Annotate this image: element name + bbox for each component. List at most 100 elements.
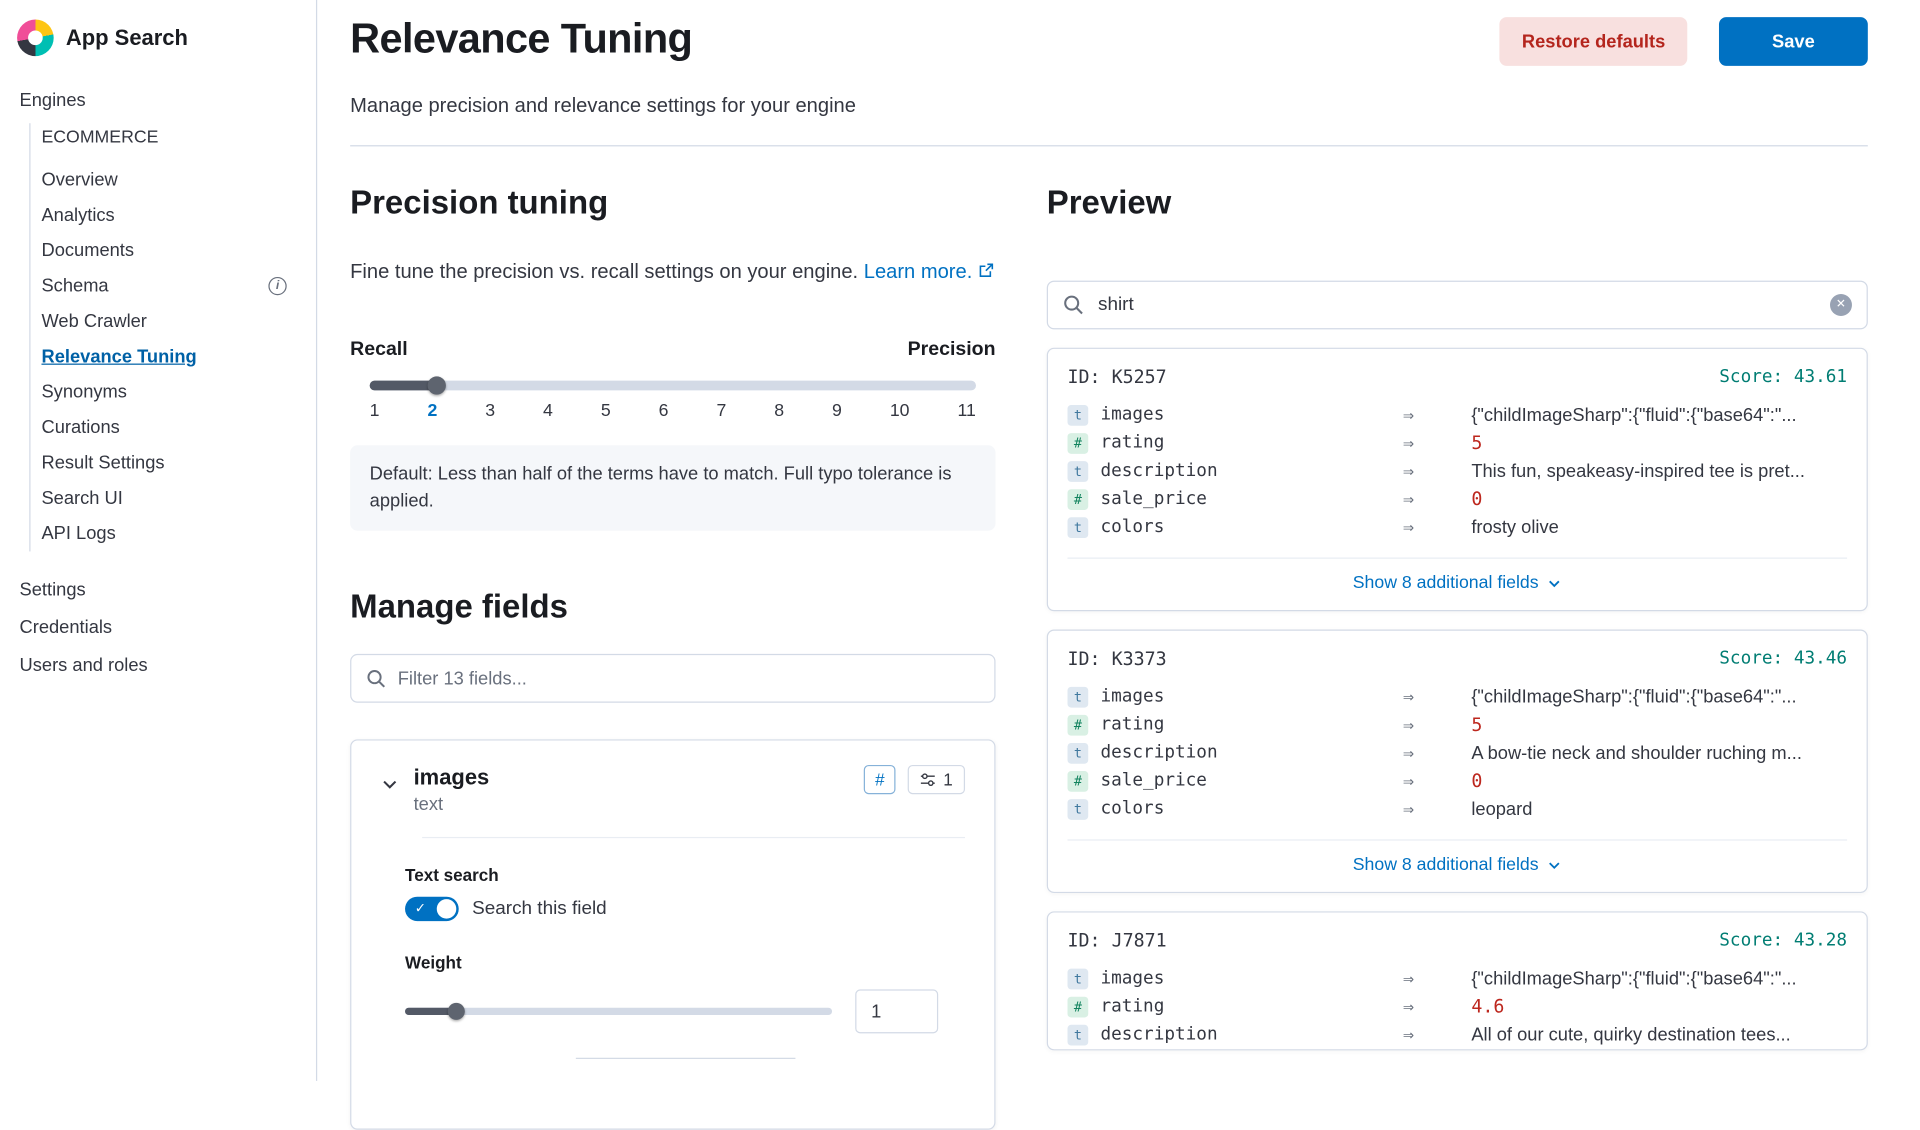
weight-slider-handle[interactable] <box>448 1003 465 1020</box>
restore-defaults-button[interactable]: Restore defaults <box>1500 17 1687 66</box>
field-name: sale_price <box>1100 771 1403 791</box>
result-score: Score: 43.61 <box>1719 367 1847 387</box>
maps-to-icon: ⇒ <box>1403 686 1471 708</box>
sidebar-item-analytics[interactable]: Analytics <box>41 198 316 233</box>
preview-search-input[interactable] <box>1096 292 1830 316</box>
result-field-row: t colors ⇒ frosty olive <box>1068 513 1848 541</box>
precision-slider-ticks: 1 2 3 4 5 6 7 8 9 10 11 <box>370 402 976 422</box>
sidebar-item-web-crawler[interactable]: Web Crawler <box>41 304 316 339</box>
text-type-icon: t <box>1068 517 1089 538</box>
sidebar-item-documents[interactable]: Documents <box>41 233 316 268</box>
show-additional-fields-button[interactable]: Show 8 additional fields <box>1068 839 1848 891</box>
maps-to-icon: ⇒ <box>1403 742 1471 764</box>
recall-label: Recall <box>350 339 408 361</box>
result-field-row: # rating ⇒ 4.6 <box>1068 993 1848 1021</box>
preview-search-box: ✕ <box>1047 280 1868 329</box>
sidebar-item-search-ui[interactable]: Search UI <box>41 481 316 516</box>
result-field-row: t images ⇒ {"childImageSharp":{"fluid":{… <box>1068 965 1848 993</box>
field-value: frosty olive <box>1471 517 1847 538</box>
result-field-row: t colors ⇒ leopard <box>1068 795 1848 823</box>
weight-input[interactable] <box>855 990 938 1034</box>
tick-3[interactable]: 3 <box>485 402 495 422</box>
preview-result-card: ID: K5257 Score: 43.61 t images ⇒ {"chil… <box>1047 347 1868 611</box>
result-field-row: # sale_price ⇒ 0 <box>1068 485 1848 513</box>
engines-heading[interactable]: Engines <box>0 88 316 119</box>
maps-to-icon: ⇒ <box>1403 432 1471 454</box>
chevron-down-icon <box>1547 576 1562 591</box>
tick-11[interactable]: 11 <box>957 402 975 422</box>
slider-labels: Recall Precision <box>350 339 995 361</box>
maps-to-icon: ⇒ <box>1403 460 1471 482</box>
field-value: A bow-tie neck and shoulder ruching m... <box>1471 743 1847 764</box>
sidebar-nav: Engines ECOMMERCE Overview Analytics Doc… <box>0 88 316 685</box>
sidebar-item-ecommerce[interactable]: ECOMMERCE <box>41 123 316 162</box>
precision-slider: 1 2 3 4 5 6 7 8 9 10 11 <box>370 381 976 421</box>
field-name: colors <box>1100 799 1403 819</box>
search-this-field-toggle[interactable]: ✓ <box>405 897 459 921</box>
precision-slider-track[interactable] <box>370 381 976 391</box>
field-type: text <box>414 795 490 816</box>
field-name: description <box>1100 1025 1403 1045</box>
sidebar-item-credentials[interactable]: Credentials <box>20 609 316 647</box>
tick-5[interactable]: 5 <box>601 402 611 422</box>
header-actions: Restore defaults Save <box>1500 17 1868 66</box>
check-icon: ✓ <box>415 900 426 916</box>
tick-8[interactable]: 8 <box>774 402 784 422</box>
app-title: App Search <box>66 25 188 51</box>
preview-result-card: ID: K3373 Score: 43.46 t images ⇒ {"chil… <box>1047 629 1868 893</box>
sidebar-item-curations[interactable]: Curations <box>41 410 316 445</box>
tick-9[interactable]: 9 <box>832 402 842 422</box>
tick-6[interactable]: 6 <box>659 402 669 422</box>
text-type-icon: t <box>1068 405 1089 426</box>
sidebar-item-schema[interactable]: Schema i <box>41 268 316 303</box>
precision-slider-handle[interactable] <box>427 377 445 395</box>
maps-to-icon: ⇒ <box>1403 714 1471 736</box>
number-type-icon: # <box>1068 771 1089 792</box>
sidebar-item-overview[interactable]: Overview <box>41 162 316 197</box>
result-id: ID: K5257 <box>1068 366 1167 388</box>
field-name: images <box>1100 687 1403 707</box>
clear-search-button[interactable]: ✕ <box>1830 294 1852 316</box>
number-type-icon: # <box>1068 715 1089 736</box>
info-icon[interactable]: i <box>268 277 286 295</box>
search-icon <box>1063 294 1084 315</box>
tick-7[interactable]: 7 <box>716 402 726 422</box>
sidebar-item-relevance-tuning[interactable]: Relevance Tuning <box>41 339 316 374</box>
sidebar-item-users-and-roles[interactable]: Users and roles <box>20 647 316 685</box>
text-type-icon: t <box>1068 461 1089 482</box>
result-field-row: t images ⇒ {"childImageSharp":{"fluid":{… <box>1068 683 1848 711</box>
field-name: images <box>1100 969 1403 989</box>
filter-fields-input[interactable] <box>395 667 979 690</box>
maps-to-icon: ⇒ <box>1403 488 1471 510</box>
sidebar-item-api-logs[interactable]: API Logs <box>41 516 316 551</box>
search-icon <box>366 669 386 689</box>
tick-4[interactable]: 4 <box>543 402 553 422</box>
tick-10[interactable]: 10 <box>890 402 910 422</box>
text-type-icon: t <box>1068 968 1089 989</box>
maps-to-icon: ⇒ <box>1403 516 1471 538</box>
text-type-icon: t <box>1068 1024 1089 1045</box>
sidebar-item-settings[interactable]: Settings <box>20 571 316 609</box>
chevron-down-icon[interactable] <box>381 775 399 799</box>
show-additional-fields-button[interactable]: Show 8 additional fields <box>1068 557 1848 609</box>
save-button[interactable]: Save <box>1719 17 1868 66</box>
result-id: ID: K3373 <box>1068 648 1167 670</box>
tick-2[interactable]: 2 <box>427 402 437 422</box>
next-section-edge <box>575 1058 795 1059</box>
preview-result-card: ID: J7871 Score: 43.28 t images ⇒ {"chil… <box>1047 911 1868 1050</box>
field-name: rating <box>1100 433 1403 453</box>
weight-label: Weight <box>405 953 965 973</box>
sidebar-item-result-settings[interactable]: Result Settings <box>41 445 316 480</box>
precision-label: Precision <box>908 339 996 361</box>
page-header: Relevance Tuning Restore defaults Save <box>350 15 1868 66</box>
learn-more-link[interactable]: Learn more. <box>864 261 994 283</box>
sidebar-item-synonyms[interactable]: Synonyms <box>41 375 316 410</box>
text-type-icon: t <box>1068 687 1089 708</box>
weight-slider-track[interactable] <box>405 1008 832 1015</box>
maps-to-icon: ⇒ <box>1403 968 1471 990</box>
app-logo-row[interactable]: App Search <box>0 12 316 88</box>
tick-1[interactable]: 1 <box>370 402 380 422</box>
chevron-down-icon <box>1547 857 1562 872</box>
text-type-icon: t <box>1068 799 1089 820</box>
precision-tuning-heading: Precision tuning <box>350 183 995 224</box>
